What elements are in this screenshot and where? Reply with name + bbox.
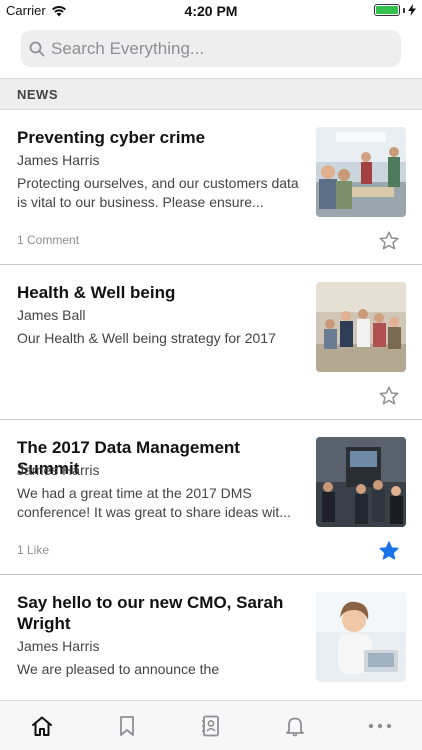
news-title: Health & Well being xyxy=(17,283,176,302)
news-thumbnail xyxy=(316,127,406,217)
news-excerpt: Protecting ourselves, and our customers … xyxy=(17,175,299,210)
tab-more[interactable] xyxy=(355,706,405,746)
search-input[interactable] xyxy=(51,38,381,59)
news-item[interactable]: Preventing cyber crime James Harris Prot… xyxy=(0,110,422,265)
news-item[interactable]: The 2017 Data Management Summit James Ha… xyxy=(0,420,422,575)
star-icon[interactable] xyxy=(378,385,400,407)
tab-bar xyxy=(0,700,422,750)
news-excerpt: We are pleased to announce the xyxy=(17,661,220,677)
tab-bookmarks[interactable] xyxy=(102,706,152,746)
news-author: James Ball xyxy=(17,307,86,323)
status-bar: Carrier 4:20 PM xyxy=(0,0,422,22)
news-thumbnail xyxy=(316,282,406,372)
news-author: James Harris xyxy=(17,462,100,478)
search-bar[interactable] xyxy=(21,30,401,67)
news-author: James Harris xyxy=(17,638,100,654)
section-title: NEWS xyxy=(17,87,58,102)
search-icon xyxy=(29,41,45,56)
charging-icon xyxy=(408,4,416,16)
news-title: Say hello to our new CMO, Sarah Wright xyxy=(17,593,284,633)
status-time: 4:20 PM xyxy=(184,3,238,19)
tab-notifications[interactable] xyxy=(270,706,320,746)
news-section-header: NEWS xyxy=(0,78,422,110)
news-meta[interactable]: 1 Like xyxy=(17,543,49,557)
bell-icon xyxy=(286,717,305,736)
home-icon xyxy=(32,716,53,736)
contacts-icon xyxy=(201,715,219,736)
news-excerpt: Our Health & Well being strategy for 201… xyxy=(17,330,276,346)
news-excerpt: We had a great time at the 2017 DMS conf… xyxy=(17,485,291,520)
bookmark-icon xyxy=(119,715,134,736)
news-title: Preventing cyber crime xyxy=(17,128,206,147)
tab-home[interactable] xyxy=(17,706,67,746)
status-right xyxy=(374,4,416,16)
news-list: Preventing cyber crime James Harris Prot… xyxy=(0,110,422,730)
news-item[interactable]: Health & Well being James Ball Our Healt… xyxy=(0,265,422,420)
battery-icon xyxy=(374,4,400,16)
star-icon-favorited[interactable] xyxy=(378,540,400,562)
news-author: James Harris xyxy=(17,152,100,168)
star-icon[interactable] xyxy=(378,230,400,252)
tab-contacts[interactable] xyxy=(186,706,236,746)
news-meta[interactable]: 1 Comment xyxy=(17,233,79,247)
news-thumbnail xyxy=(316,437,406,527)
battery-nub xyxy=(403,7,405,13)
news-thumbnail xyxy=(316,592,406,682)
more-icon xyxy=(368,723,391,728)
